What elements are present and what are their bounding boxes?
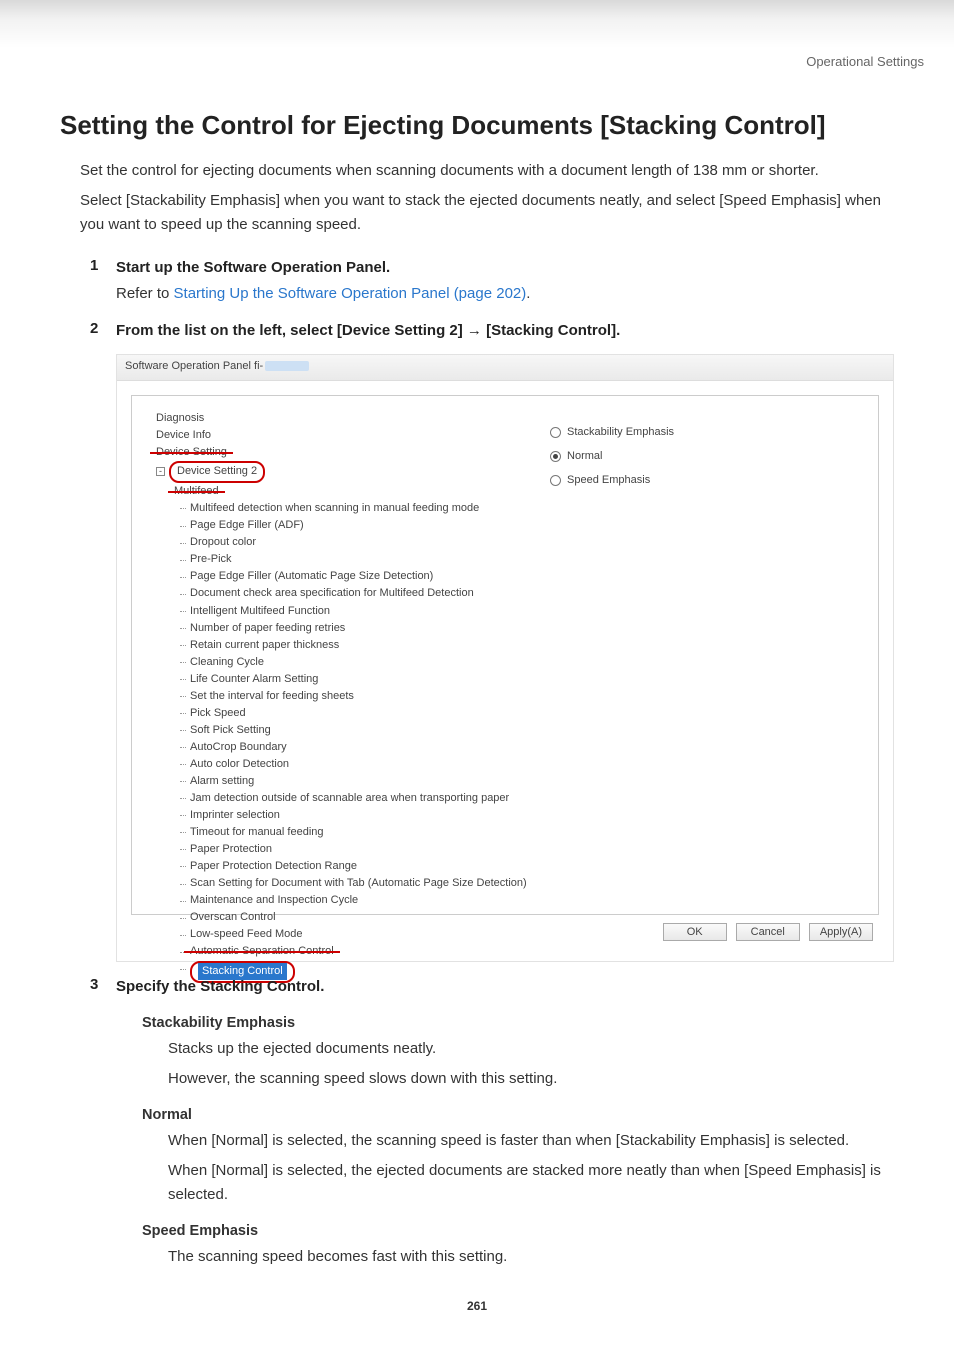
tree-item[interactable]: Multifeed detection when scanning in man… xyxy=(146,500,528,517)
tree-item[interactable]: Page Edge Filler (ADF) xyxy=(146,517,528,534)
dialog-title-masked xyxy=(265,361,309,371)
def-speed-line1: The scanning speed becomes fast with thi… xyxy=(168,1245,894,1269)
tree-item[interactable]: Document check area specification for Mu… xyxy=(146,585,528,602)
dialog-options: Stackability Emphasis Normal Speed Empha… xyxy=(534,406,868,904)
intro-block: Set the control for ejecting documents w… xyxy=(80,159,894,237)
tree-item[interactable]: Paper Protection xyxy=(146,841,528,858)
tree-item[interactable]: Timeout for manual feeding xyxy=(146,824,528,841)
page-content: Setting the Control for Ejecting Documen… xyxy=(0,78,954,1353)
def-stackability-line2: However, the scanning speed slows down w… xyxy=(168,1067,894,1091)
tree-item[interactable]: Cleaning Cycle xyxy=(146,654,528,671)
tree-item[interactable]: Imprinter selection xyxy=(146,807,528,824)
page-title: Setting the Control for Ejecting Documen… xyxy=(60,110,894,141)
tree-item[interactable]: Paper Protection Detection Range xyxy=(146,858,528,875)
tree-auto-separation[interactable]: Automatic Separation Control xyxy=(146,943,528,960)
radio-icon xyxy=(550,427,561,438)
tree-item[interactable]: Pick Speed xyxy=(146,705,528,722)
tree-item[interactable]: Dropout color xyxy=(146,534,528,551)
tree-item[interactable]: Retain current paper thickness xyxy=(146,637,528,654)
header-section-label: Operational Settings xyxy=(0,48,954,78)
tree-item[interactable]: Scan Setting for Document with Tab (Auto… xyxy=(146,875,528,892)
dialog-titlebar: Software Operation Panel fi- xyxy=(117,355,893,381)
radio-normal[interactable]: Normal xyxy=(550,450,860,462)
tree-item[interactable]: Low-speed Feed Mode xyxy=(146,926,528,943)
step-1-body: Refer to Starting Up the Software Operat… xyxy=(116,282,894,306)
tree-device-setting2[interactable]: -Device Setting 2 xyxy=(146,461,528,483)
def-stackability-line1: Stacks up the ejected documents neatly. xyxy=(168,1037,894,1061)
tree-collapse-icon[interactable]: - xyxy=(156,467,165,476)
link-sop-startup[interactable]: Starting Up the Software Operation Panel… xyxy=(174,285,527,302)
tree-item[interactable]: Life Counter Alarm Setting xyxy=(146,671,528,688)
tree-item[interactable]: Auto color Detection xyxy=(146,756,528,773)
tree-item[interactable]: Page Edge Filler (Automatic Page Size De… xyxy=(146,568,528,585)
step-2-title: From the list on the left, select [Devic… xyxy=(116,320,894,343)
tree-item[interactable]: AutoCrop Boundary xyxy=(146,739,528,756)
radio-stackability[interactable]: Stackability Emphasis xyxy=(550,426,860,438)
dialog-title-text: Software Operation Panel fi- xyxy=(125,360,263,372)
step-1-title: Start up the Software Operation Panel. xyxy=(116,257,894,280)
tree-device-setting2-label: Device Setting 2 xyxy=(169,461,265,483)
def-speed-term: Speed Emphasis xyxy=(142,1223,894,1239)
intro-paragraph-2: Select [Stackability Emphasis] when you … xyxy=(80,189,894,237)
ok-button[interactable]: OK xyxy=(663,923,727,941)
apply-button[interactable]: Apply(A) xyxy=(809,923,873,941)
step-1-body-prefix: Refer to xyxy=(116,285,174,302)
tree-item[interactable]: Set the interval for feeding sheets xyxy=(146,688,528,705)
tree-item[interactable]: Intelligent Multifeed Function xyxy=(146,603,528,620)
page-number: 261 xyxy=(60,1299,894,1313)
intro-paragraph-1: Set the control for ejecting documents w… xyxy=(80,159,894,183)
radio-icon xyxy=(550,475,561,486)
tree-item[interactable]: Jam detection outside of scannable area … xyxy=(146,790,528,807)
def-normal-line2: When [Normal] is selected, the ejected d… xyxy=(168,1159,894,1207)
step-3-title: Specify the Stacking Control. xyxy=(116,976,894,999)
radio-label: Normal xyxy=(567,450,602,462)
tree-auto-separation-label: Automatic Separation Control xyxy=(190,945,334,957)
tree-item[interactable]: Overscan Control xyxy=(146,909,528,926)
tree-item[interactable]: Maintenance and Inspection Cycle xyxy=(146,892,528,909)
tree-item[interactable]: Soft Pick Setting xyxy=(146,722,528,739)
cancel-button[interactable]: Cancel xyxy=(736,923,800,941)
step-2: From the list on the left, select [Devic… xyxy=(90,320,894,963)
tree-diagnosis[interactable]: Diagnosis xyxy=(146,410,528,427)
sop-dialog: Software Operation Panel fi- Diagnosis D… xyxy=(116,354,894,962)
tree-item[interactable]: Pre-Pick xyxy=(146,551,528,568)
def-normal-term: Normal xyxy=(142,1107,894,1123)
def-normal-line1: When [Normal] is selected, the scanning … xyxy=(168,1129,894,1153)
radio-label: Stackability Emphasis xyxy=(567,426,674,438)
tree-device-setting-label: Device Setting xyxy=(156,446,227,458)
tree-multifeed-label: Multifeed xyxy=(174,485,219,497)
step-1-body-suffix: . xyxy=(526,285,530,302)
tree-multifeed[interactable]: Multifeed xyxy=(146,483,528,500)
tree-item[interactable]: Number of paper feeding retries xyxy=(146,620,528,637)
def-stackability-term: Stackability Emphasis xyxy=(142,1015,894,1031)
tree-item[interactable]: Alarm setting xyxy=(146,773,528,790)
tree-device-setting[interactable]: Device Setting xyxy=(146,444,528,461)
step-3: Specify the Stacking Control. Stackabili… xyxy=(90,976,894,1269)
step-1: Start up the Software Operation Panel. R… xyxy=(90,257,894,306)
tree-device-info[interactable]: Device Info xyxy=(146,427,528,444)
radio-icon xyxy=(550,451,561,462)
radio-label: Speed Emphasis xyxy=(567,474,650,486)
page-top-shadow xyxy=(0,0,954,48)
radio-speed[interactable]: Speed Emphasis xyxy=(550,474,860,486)
dialog-tree: Diagnosis Device Info Device Setting -De… xyxy=(142,406,534,904)
